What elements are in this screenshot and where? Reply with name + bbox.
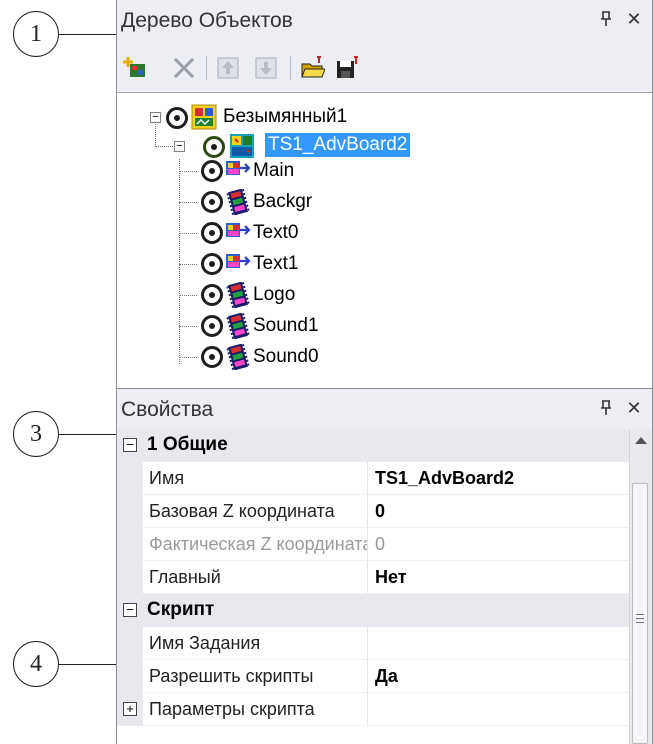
visibility-eye-icon[interactable] (201, 222, 223, 244)
property-row-base-z[interactable]: Базовая Z координата 0 (117, 495, 630, 528)
category-script[interactable]: − Скрипт (117, 594, 630, 627)
collapse-toggle[interactable]: − (150, 112, 161, 123)
tree-node-label[interactable]: Text0 (253, 222, 298, 244)
property-row-actual-z[interactable]: Фактическая Z координата 0 (117, 528, 630, 561)
visibility-eye-icon[interactable] (166, 107, 188, 129)
visibility-eye-icon[interactable] (201, 346, 223, 368)
callout-4: 4 (13, 641, 59, 687)
property-row-script-params[interactable]: + Параметры скрипта (117, 693, 630, 726)
property-row-task-name[interactable]: Имя Задания (117, 627, 630, 660)
tree-node-board-label[interactable]: TS1_AdvBoard2 (265, 133, 411, 157)
move-down-icon[interactable] (254, 56, 278, 80)
toolbar-separator (290, 56, 291, 80)
tree-connector (179, 357, 197, 358)
visibility-eye-icon[interactable] (201, 253, 223, 275)
object-tree-toolbar (117, 40, 652, 92)
tree-connector (179, 295, 197, 296)
tree-node-label[interactable]: Text1 (253, 253, 298, 275)
text-object-icon (225, 251, 251, 277)
callout-3-line (58, 434, 120, 435)
object-tree: − Безымянный1 − TS1_AdvBoard2 Main Backgr… (117, 92, 652, 389)
scroll-up-icon[interactable] (635, 437, 647, 444)
category-label: Скрипт (147, 599, 215, 620)
tree-node-label[interactable]: Sound0 (253, 346, 319, 368)
category-general[interactable]: − 1 Общие (117, 429, 630, 462)
object-tree-titlebar: Дерево Объектов ✕ (117, 0, 652, 41)
visibility-eye-icon[interactable] (201, 315, 223, 337)
add-object-icon[interactable] (123, 56, 147, 80)
tree-connector (179, 264, 197, 265)
collapse-toggle[interactable]: − (174, 141, 185, 152)
visibility-eye-icon[interactable] (203, 136, 225, 158)
property-value[interactable]: 0 (375, 501, 385, 522)
collapse-toggle[interactable]: − (123, 438, 137, 452)
property-value: 0 (375, 534, 386, 554)
tree-node-label[interactable]: Logo (253, 284, 295, 306)
close-icon[interactable]: ✕ (623, 397, 645, 419)
tree-connector (179, 326, 197, 327)
close-icon[interactable]: ✕ (623, 8, 645, 30)
category-label: 1 Общие (147, 434, 228, 455)
property-name: Имя Задания (149, 633, 261, 653)
visibility-eye-icon[interactable] (201, 284, 223, 306)
property-row-allow-scripts[interactable]: Разрешить скрипты Да (117, 660, 630, 693)
film-object-icon (225, 282, 251, 308)
tree-node-label[interactable]: Main (253, 160, 294, 182)
tree-node-label[interactable]: Backgr (253, 191, 312, 213)
tree-node-root-label[interactable]: Безымянный1 (223, 106, 347, 128)
property-row-main[interactable]: Главный Нет (117, 561, 630, 594)
object-tree-title: Дерево Объектов (121, 9, 293, 32)
tree-connector (179, 233, 197, 234)
pin-icon[interactable] (595, 8, 617, 30)
property-name: Фактическая Z координата (149, 534, 367, 554)
property-name: Имя (149, 468, 185, 488)
properties-title: Свойства (121, 398, 214, 421)
tree-connector (179, 202, 197, 203)
visibility-eye-icon[interactable] (201, 160, 223, 182)
film-object-icon (225, 189, 251, 215)
property-name: Главный (149, 567, 221, 587)
board-icon (229, 133, 255, 159)
property-value[interactable]: Нет (375, 567, 407, 588)
collapse-toggle[interactable]: − (123, 603, 137, 617)
move-up-icon[interactable] (216, 56, 240, 80)
text-object-icon (225, 158, 251, 184)
pin-icon[interactable] (595, 397, 617, 419)
property-grid: − 1 Общие Имя TS1_AdvBoard2 Базовая Z ко… (117, 429, 630, 744)
open-folder-icon[interactable] (301, 56, 325, 80)
film-object-icon (225, 344, 251, 370)
callout-3: 3 (13, 411, 59, 457)
properties-panel: Свойства ✕ − 1 Общие Имя TS1_AdvBoard2 Б… (116, 389, 653, 744)
visibility-eye-icon[interactable] (201, 191, 223, 213)
property-name: Базовая Z координата (149, 501, 335, 521)
callout-1-line (58, 34, 120, 35)
property-value[interactable]: TS1_AdvBoard2 (375, 468, 514, 489)
toolbar-separator (206, 56, 207, 80)
callout-1: 1 (13, 11, 59, 57)
expand-toggle[interactable]: + (123, 702, 137, 716)
scroll-thumb[interactable] (632, 483, 648, 744)
properties-titlebar: Свойства ✕ (117, 389, 652, 430)
object-tree-panel: Дерево Объектов ✕ − Безымянный1 − TS1_Ad… (116, 0, 653, 389)
save-icon[interactable] (336, 56, 360, 80)
delete-icon[interactable] (172, 56, 196, 80)
tree-node-label[interactable]: Sound1 (253, 315, 319, 337)
property-name: Параметры скрипта (149, 699, 315, 719)
text-object-icon (225, 220, 251, 246)
project-icon (191, 104, 217, 130)
property-value[interactable]: Да (375, 666, 398, 687)
tree-connector (179, 171, 197, 172)
property-row-name[interactable]: Имя TS1_AdvBoard2 (117, 462, 630, 495)
property-grid-scrollbar[interactable] (629, 429, 652, 744)
property-name: Разрешить скрипты (149, 666, 314, 686)
film-object-icon (225, 313, 251, 339)
